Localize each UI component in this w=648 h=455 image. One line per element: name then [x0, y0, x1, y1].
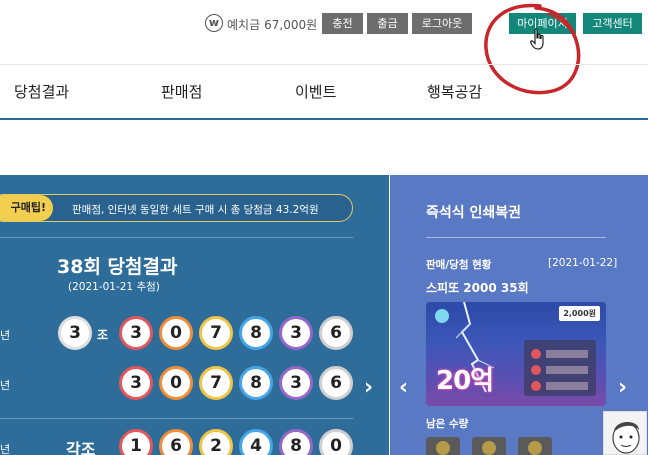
logout-button[interactable]: 로그아웃: [412, 13, 472, 34]
round-title: 38회 당첨결과: [57, 256, 178, 278]
avatar[interactable]: [603, 411, 647, 455]
face-icon: [612, 421, 640, 454]
nav-item-stores[interactable]: 판매점: [161, 81, 202, 102]
number-ball: 6: [159, 429, 193, 455]
ticket-prize-text: 20억: [436, 366, 494, 396]
purchase-tip-banner[interactable]: 구매팁! 판매점, 인터넷 동일한 세트 구매 시 총 당첨금 43.2억원: [0, 194, 353, 222]
deposit-label: 예치금: [227, 18, 261, 32]
ticket-image[interactable]: 2,000원 20억: [426, 302, 606, 406]
number-ball: 8: [239, 366, 273, 400]
number-ball: 2: [199, 429, 233, 455]
jo-label: 조: [97, 328, 109, 342]
divider: [0, 418, 353, 419]
rank-label-1: 년: [0, 329, 11, 342]
rank-label-3: 년: [0, 443, 11, 455]
number-ball: 1: [119, 429, 153, 455]
number-ball: 8: [279, 429, 313, 455]
won-coin-icon: w: [205, 14, 223, 32]
number-ball: 7: [199, 316, 233, 350]
medal-list: [426, 437, 606, 455]
charge-button[interactable]: 충전: [322, 13, 363, 34]
medal-icon: [518, 437, 552, 455]
ticket-price: 2,000원: [559, 306, 600, 321]
top-utility-bar: w 예치금 67,000원 충전 출금 로그아웃 마이페이지 고객센터: [0, 10, 648, 36]
number-ball: 3: [279, 366, 313, 400]
number-ball: 3: [119, 366, 153, 400]
number-ball: 3: [119, 316, 153, 350]
nav-item-results[interactable]: 당첨결과: [14, 81, 69, 102]
prev-game-arrow-icon[interactable]: ‹: [399, 375, 408, 400]
number-ball: 6: [319, 366, 353, 400]
number-ball: 4: [239, 429, 273, 455]
divider: [0, 237, 353, 238]
group-ball: 3: [58, 316, 92, 350]
sales-status-date: [2021-01-22]: [548, 257, 618, 269]
game-name: 스피또 2000 35회: [426, 281, 529, 295]
gakjo-label: 각조: [66, 440, 96, 455]
remaining-quantity-label: 남은 수량: [426, 418, 469, 430]
nav-item-happiness[interactable]: 행복공감: [427, 81, 482, 102]
number-ball: 0: [319, 429, 353, 455]
divider: [426, 237, 606, 238]
number-ball: 6: [319, 316, 353, 350]
number-ball: 7: [199, 366, 233, 400]
number-ball: 0: [159, 366, 193, 400]
hand-cursor-icon: [530, 28, 544, 50]
draw-results-panel: 구매팁! 판매점, 인터넷 동일한 세트 구매 시 총 당첨금 43.2억원 3…: [0, 175, 389, 455]
instant-lottery-title: 즉석식 인쇄복권: [426, 205, 522, 221]
number-ball: 3: [279, 316, 313, 350]
medal-icon: [426, 437, 460, 455]
sales-status-label: 판매/당첨 현황: [426, 259, 492, 271]
round-date: (2021-01-21 추첨): [68, 281, 160, 293]
deposit-amount: 67,000원: [264, 18, 318, 32]
number-ball: 0: [159, 316, 193, 350]
main-navigation: 당첨결과 판매점 이벤트 행복공감: [0, 64, 648, 120]
number-ball: 8: [239, 316, 273, 350]
deposit-info: 예치금 67,000원: [227, 16, 317, 33]
nav-item-events[interactable]: 이벤트: [295, 81, 336, 102]
medal-icon: [472, 437, 506, 455]
customer-center-button[interactable]: 고객센터: [583, 13, 642, 34]
next-game-arrow-icon[interactable]: ›: [618, 375, 627, 400]
rank-label-2: 년: [0, 379, 11, 392]
tip-text: 판매점, 인터넷 동일한 세트 구매 시 총 당첨금 43.2억원: [72, 204, 319, 216]
tip-badge: 구매팁!: [0, 195, 53, 221]
next-round-arrow-icon[interactable]: ›: [364, 375, 373, 400]
withdraw-button[interactable]: 출금: [367, 13, 408, 34]
